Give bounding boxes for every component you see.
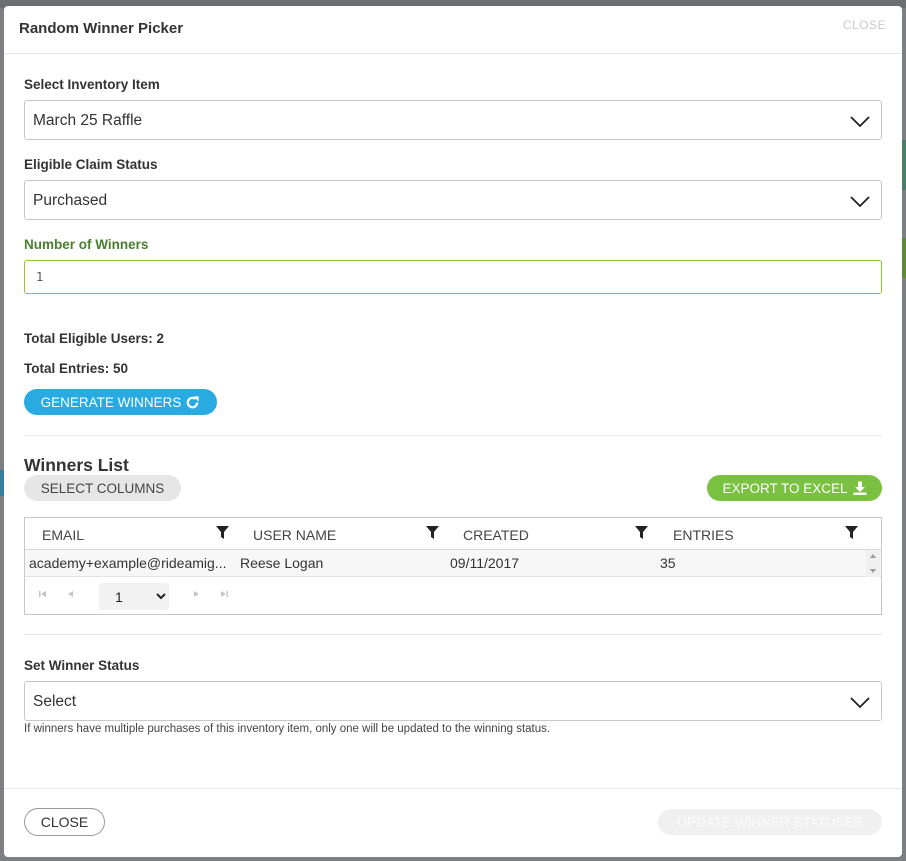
- grid-scrollbar[interactable]: [866, 550, 880, 577]
- export-to-excel-label: EXPORT TO EXCEL: [722, 480, 848, 496]
- column-header-entries[interactable]: ENTRIES: [656, 518, 881, 550]
- cell-email: academy+example@rideamig...: [29, 555, 227, 571]
- update-winner-statuses-button[interactable]: UPDATE WINNER STATUSES: [658, 809, 882, 835]
- select-columns-button[interactable]: SELECT COLUMNS: [24, 475, 181, 501]
- winner-status-note: If winners have multiple purchases of th…: [24, 723, 551, 735]
- background-decoration: [902, 140, 906, 190]
- winners-grid: EMAIL USER NAME CREATED ENTRIES academy+…: [24, 517, 882, 615]
- grid-header: EMAIL USER NAME CREATED ENTRIES: [25, 518, 881, 550]
- winner-status-select[interactable]: Select: [24, 681, 882, 721]
- cell-user-name: Reese Logan: [240, 555, 324, 571]
- filter-icon[interactable]: [635, 526, 648, 539]
- prev-page-icon[interactable]: [66, 589, 76, 599]
- header-close-button[interactable]: CLOSE: [843, 18, 886, 32]
- total-eligible-users: Total Eligible Users: 2: [24, 331, 165, 346]
- chevron-down-icon: [850, 116, 870, 128]
- background-decoration: [902, 238, 906, 278]
- section-divider: [24, 435, 882, 436]
- number-of-winners-input[interactable]: [24, 260, 882, 294]
- claim-status-select[interactable]: Purchased: [24, 180, 882, 220]
- modal-title: Random Winner Picker: [19, 20, 184, 37]
- inventory-selected-value: March 25 Raffle: [33, 112, 143, 129]
- filter-icon[interactable]: [845, 526, 858, 539]
- winners-list-title: Winners List: [24, 455, 129, 475]
- filter-icon[interactable]: [216, 526, 229, 539]
- total-entries: Total Entries: 50: [24, 361, 129, 376]
- random-winner-picker-modal: Random Winner Picker CLOSE Select Invent…: [4, 6, 902, 857]
- export-to-excel-button[interactable]: EXPORT TO EXCEL: [707, 475, 882, 501]
- cell-created: 09/11/2017: [450, 555, 520, 571]
- section-divider: [24, 634, 882, 635]
- last-page-icon[interactable]: [219, 589, 229, 599]
- inventory-select[interactable]: March 25 Raffle: [24, 100, 882, 140]
- next-page-icon[interactable]: [191, 589, 201, 599]
- column-header-user-name[interactable]: USER NAME: [236, 518, 446, 550]
- generate-winners-button[interactable]: GENERATE WINNERS: [24, 389, 217, 415]
- number-of-winners-label: Number of Winners: [24, 237, 149, 252]
- chevron-down-icon: [850, 196, 870, 208]
- first-page-icon[interactable]: [38, 589, 48, 599]
- scroll-arrows-icon: [870, 554, 876, 573]
- claim-status-label: Eligible Claim Status: [24, 157, 158, 172]
- generate-winners-label: GENERATE WINNERS: [40, 394, 182, 410]
- winner-status-selected-value: Select: [33, 693, 77, 710]
- grid-pager: 1: [25, 578, 881, 614]
- page-select[interactable]: 1: [99, 583, 169, 610]
- close-button[interactable]: CLOSE: [24, 808, 105, 836]
- modal-footer: CLOSE UPDATE WINNER STATUSES: [4, 788, 902, 857]
- chevron-down-icon: [850, 697, 870, 709]
- modal-header: Random Winner Picker CLOSE: [4, 6, 902, 54]
- download-icon: [853, 481, 867, 495]
- table-row[interactable]: academy+example@rideamig... Reese Logan …: [25, 550, 881, 577]
- refresh-icon: [187, 395, 199, 408]
- winner-status-label: Set Winner Status: [24, 658, 140, 673]
- filter-icon[interactable]: [426, 526, 439, 539]
- claim-status-selected-value: Purchased: [33, 192, 108, 209]
- column-header-email[interactable]: EMAIL: [25, 518, 236, 550]
- inventory-label: Select Inventory Item: [24, 77, 160, 92]
- cell-entries: 35: [660, 555, 676, 571]
- column-header-created[interactable]: CREATED: [446, 518, 656, 550]
